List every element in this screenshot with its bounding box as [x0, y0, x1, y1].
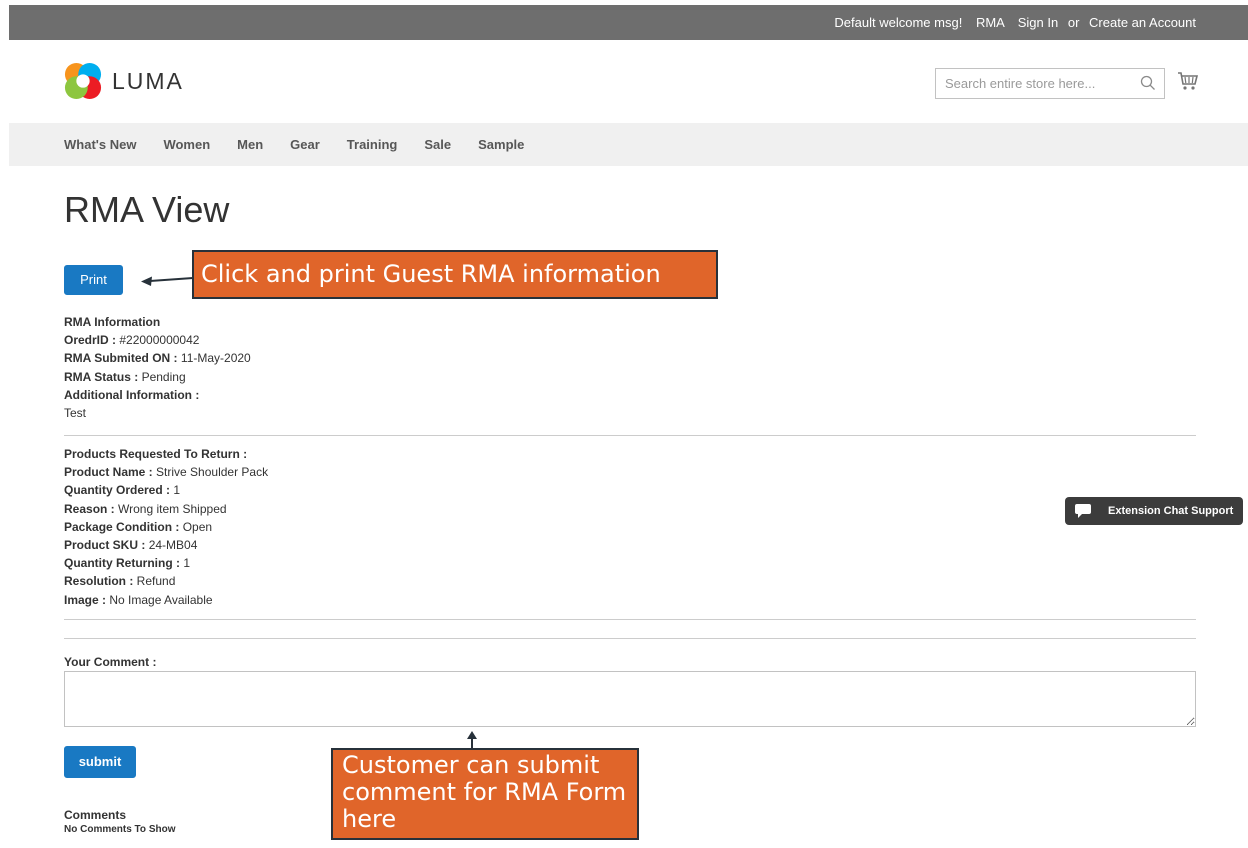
comment-label: Your Comment : — [64, 655, 157, 669]
product-field: Package Condition : Open — [64, 518, 268, 536]
product-field: Product SKU : 24-MB04 — [64, 536, 268, 554]
field-value: No Image Available — [109, 592, 213, 607]
nav-item-men[interactable]: Men — [237, 137, 263, 152]
comments-title: Comments — [64, 808, 127, 822]
product-field: Quantity Ordered : 1 — [64, 481, 268, 499]
field-label: Product Name : — [64, 465, 153, 480]
or-text: or — [1067, 15, 1080, 30]
field-value: Wrong item Shipped — [118, 501, 227, 516]
cart-icon[interactable] — [1177, 71, 1199, 91]
field-label: Resolution : — [64, 574, 134, 589]
field-label: Quantity Ordered : — [64, 483, 171, 498]
submitted-value: 11-May-2020 — [180, 351, 251, 366]
search-box[interactable] — [935, 68, 1165, 99]
no-comments-text: No Comments To Show — [64, 824, 176, 835]
rma-link[interactable]: RMA — [976, 15, 1004, 30]
nav-item-training[interactable]: Training — [347, 137, 398, 152]
field-value: Strive Shoulder Pack — [156, 465, 269, 480]
field-label: Image : — [64, 592, 107, 607]
page-title: RMA View — [64, 189, 230, 230]
nav-item-whats-new[interactable]: What's New — [64, 137, 136, 152]
luma-logo-icon — [64, 62, 102, 100]
product-field: Resolution : Refund — [64, 572, 268, 590]
field-label: Product SKU : — [64, 538, 146, 553]
field-value: Open — [182, 519, 213, 534]
rma-information: RMA Information OredrID : #22000000042 R… — [64, 313, 251, 422]
chat-support-widget[interactable]: Extension Chat Support — [1065, 497, 1243, 525]
welcome-message: Default welcome msg! — [834, 15, 963, 30]
comment-callout: Customer can submit comment for RMA Form… — [331, 748, 639, 840]
chat-bubble-icon — [1075, 504, 1091, 518]
divider — [64, 619, 1196, 620]
field-value: Refund — [136, 574, 176, 589]
additional-info-value: Test — [64, 406, 87, 421]
divider — [64, 638, 1196, 639]
product-field: Quantity Returning : 1 — [64, 554, 268, 572]
comment-textarea[interactable] — [64, 671, 1196, 727]
status-value: Pending — [141, 369, 186, 384]
additional-info-label: Additional Information : — [64, 387, 200, 402]
products-heading: Products Requested To Return : — [64, 447, 248, 461]
product-field: Reason : Wrong item Shipped — [64, 500, 268, 518]
field-label: Quantity Returning : — [64, 556, 180, 571]
status-label: RMA Status : — [64, 369, 139, 384]
field-value: 1 — [183, 556, 191, 571]
nav-item-gear[interactable]: Gear — [290, 137, 320, 152]
annotation-arrow-left-icon — [141, 276, 194, 286]
products-requested: Products Requested To Return : Product N… — [64, 445, 268, 609]
luma-logo[interactable]: LUMA — [64, 62, 184, 100]
annotation-arrow-up-icon — [467, 731, 477, 748]
field-label: Reason : — [64, 501, 115, 516]
divider — [64, 435, 1196, 436]
main-nav: What's New Women Men Gear Training Sale Sample — [9, 123, 1248, 166]
print-callout: Click and print Guest RMA information — [192, 250, 718, 299]
submitted-label: RMA Submited ON : — [64, 351, 178, 366]
logo-text: LUMA — [112, 67, 184, 94]
field-value: 1 — [173, 483, 181, 498]
sign-in-link[interactable]: Sign In — [1018, 15, 1058, 30]
chat-support-label: Extension Chat Support — [1108, 505, 1234, 517]
search-icon[interactable] — [1140, 75, 1156, 91]
nav-items: What's New Women Men Gear Training Sale Sample — [64, 137, 551, 152]
nav-item-sale[interactable]: Sale — [424, 137, 451, 152]
top-bar: Default welcome msg! RMA Sign In or Crea… — [9, 5, 1248, 40]
nav-item-women[interactable]: Women — [163, 137, 210, 152]
field-label: Package Condition : — [64, 519, 180, 534]
create-account-link[interactable]: Create an Account — [1089, 15, 1196, 30]
submit-button[interactable]: submit — [64, 746, 136, 778]
product-field: Image : No Image Available — [64, 591, 268, 609]
nav-item-sample[interactable]: Sample — [478, 137, 524, 152]
product-field: Product Name : Strive Shoulder Pack — [64, 463, 268, 481]
rma-info-heading: RMA Information — [64, 315, 161, 329]
order-id-label: OredrID : — [64, 333, 117, 348]
search-input[interactable] — [936, 69, 1126, 98]
top-links: Default welcome msg! RMA Sign In or Crea… — [824, 15, 1196, 30]
print-button[interactable]: Print — [64, 265, 123, 295]
order-id-value: #22000000042 — [119, 333, 200, 348]
field-value: 24-MB04 — [148, 538, 198, 553]
